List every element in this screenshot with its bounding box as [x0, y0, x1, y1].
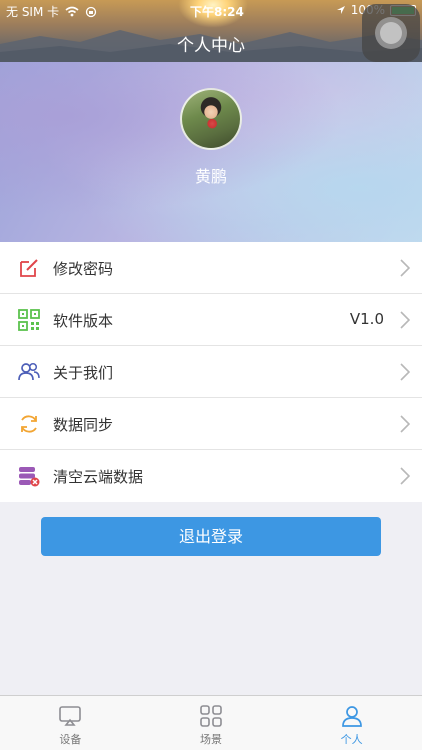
location-icon	[336, 6, 345, 14]
logout-button[interactable]: 退出登录	[41, 517, 381, 556]
status-time: 下午8:24	[190, 5, 244, 19]
status-bar: 无 SIM 卡 下午8:24 100%	[0, 0, 422, 22]
menu-item-software-version[interactable]: 软件版本 V1.0	[0, 294, 422, 346]
chevron-right-icon	[400, 363, 410, 381]
tab-scenes[interactable]: 场景	[141, 696, 282, 750]
menu-item-label: 修改密码	[53, 260, 114, 278]
menu-item-change-password[interactable]: 修改密码	[0, 242, 422, 294]
users-icon	[18, 362, 40, 381]
version-value: V1.0	[349, 310, 384, 328]
chevron-right-icon	[400, 467, 410, 485]
page-title: 个人中心	[177, 36, 245, 56]
tab-devices[interactable]: 设备	[0, 696, 141, 750]
database-clear-icon	[19, 467, 40, 487]
avatar[interactable]	[180, 88, 242, 150]
menu-item-label: 软件版本	[53, 312, 114, 330]
rotation-lock-icon	[85, 6, 97, 17]
wifi-icon	[65, 6, 79, 17]
edit-icon	[20, 259, 38, 277]
sync-icon	[21, 415, 37, 433]
chevron-right-icon	[400, 415, 410, 433]
chevron-right-icon	[400, 259, 410, 277]
menu-item-label: 关于我们	[53, 364, 114, 382]
assistive-touch-button[interactable]	[362, 4, 420, 62]
qr-code-icon	[18, 309, 40, 331]
tab-label: 设备	[59, 733, 82, 746]
tab-label: 个人	[340, 733, 363, 746]
menu-item-clear-cloud-data[interactable]: 清空云端数据	[0, 450, 422, 502]
device-icon	[59, 706, 82, 726]
carrier-text: 无 SIM 卡	[6, 5, 60, 19]
tab-personal[interactable]: 个人	[281, 696, 422, 750]
grid-icon	[200, 705, 222, 727]
tab-label: 场景	[200, 733, 222, 746]
tab-bar: 设备 场景 个人	[0, 695, 422, 750]
chevron-right-icon	[400, 311, 410, 329]
profile-banner: 黄鹏	[0, 62, 422, 242]
menu-item-label: 数据同步	[53, 416, 114, 434]
menu-item-about-us[interactable]: 关于我们	[0, 346, 422, 398]
menu-item-label: 清空云端数据	[53, 468, 144, 486]
username: 黄鹏	[194, 167, 227, 186]
person-icon	[341, 706, 362, 727]
menu-list: 修改密码 软件版本 V1.0 关于我们 数据同步 清空云端数据	[0, 242, 422, 502]
top-header: 无 SIM 卡 下午8:24 100% 个人中心	[0, 0, 422, 62]
menu-item-data-sync[interactable]: 数据同步	[0, 398, 422, 450]
